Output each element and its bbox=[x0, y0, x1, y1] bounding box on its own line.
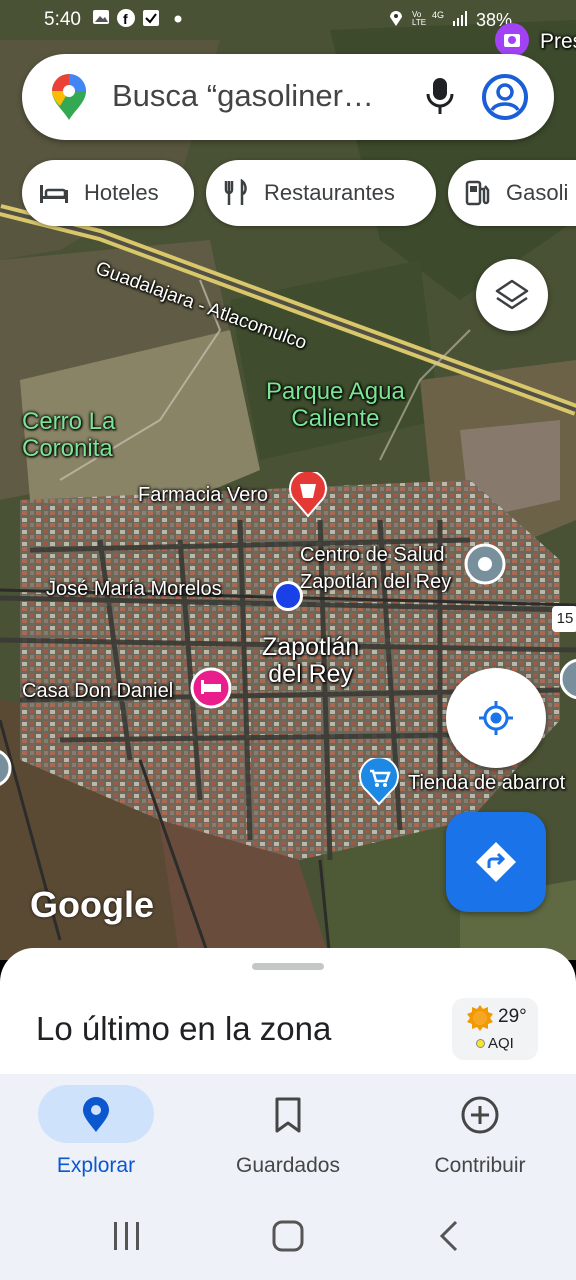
system-navigation-bar bbox=[0, 1194, 576, 1280]
sheet-title: Lo último en la zona bbox=[36, 1010, 332, 1047]
health-center-marker[interactable] bbox=[464, 543, 506, 592]
chip-hotels[interactable]: Hoteles bbox=[22, 160, 194, 226]
bookmark-icon bbox=[272, 1096, 304, 1139]
street-label: José María Morelos bbox=[46, 578, 222, 600]
grocery-label[interactable]: Tienda de abarrot bbox=[408, 772, 565, 795]
profile-badge-label[interactable]: Pres bbox=[540, 30, 576, 54]
bottom-navigation: Explorar Guardados Contribuir bbox=[0, 1074, 576, 1194]
chip-label: Hoteles bbox=[84, 180, 159, 205]
tab-contribute[interactable]: Contribuir bbox=[384, 1074, 576, 1194]
check-icon bbox=[142, 9, 160, 32]
chip-label: Restaurantes bbox=[264, 180, 395, 205]
route-shield: 15 bbox=[552, 606, 576, 632]
tab-label: Explorar bbox=[56, 1154, 136, 1177]
chip-restaurants[interactable]: Restaurantes bbox=[206, 160, 436, 226]
grocery-marker[interactable] bbox=[358, 756, 400, 811]
search-bar[interactable]: Busca “gasoliner… bbox=[22, 54, 554, 140]
account-icon[interactable] bbox=[480, 72, 530, 127]
clock: 5:40 bbox=[44, 9, 81, 30]
tab-saved[interactable]: Guardados bbox=[192, 1074, 384, 1194]
partial-marker-left[interactable] bbox=[0, 748, 12, 793]
home-icon[interactable] bbox=[272, 1220, 304, 1257]
network-type: 4G bbox=[432, 10, 445, 20]
temperature: 29° bbox=[498, 1006, 527, 1027]
lodging-label[interactable]: Casa Don Daniel bbox=[22, 680, 173, 703]
tab-label: Contribuir bbox=[434, 1154, 526, 1177]
aqi-dot bbox=[476, 1039, 485, 1048]
fork-knife-icon bbox=[222, 179, 250, 207]
health-center-label[interactable]: Centro de Salud Zapotlán del Rey bbox=[300, 542, 451, 596]
volte-indicator: Vo LTE bbox=[412, 10, 427, 27]
sun-icon bbox=[466, 1004, 494, 1037]
location-pin-icon bbox=[80, 1096, 112, 1139]
location-icon bbox=[389, 9, 403, 32]
aqi-label: AQI bbox=[488, 1035, 514, 1052]
google-logo: Google bbox=[30, 884, 154, 925]
layers-button[interactable] bbox=[476, 259, 548, 331]
layers-icon bbox=[494, 277, 530, 318]
lodging-marker[interactable] bbox=[190, 667, 232, 714]
chip-gas[interactable]: Gasoli bbox=[448, 160, 576, 226]
signal-icon bbox=[452, 9, 468, 32]
status-bar: 5:40 f Vo LTE 4G 38% bbox=[0, 0, 576, 40]
facebook-icon: f bbox=[117, 9, 135, 32]
partial-marker[interactable] bbox=[559, 658, 576, 707]
drag-handle[interactable] bbox=[252, 963, 324, 970]
town-label[interactable]: Zapotlán del Rey bbox=[262, 634, 359, 688]
tab-label: Guardados bbox=[236, 1154, 340, 1177]
my-location-button[interactable] bbox=[446, 668, 546, 768]
bed-icon bbox=[38, 181, 70, 205]
dot-icon bbox=[174, 9, 182, 32]
gallery-icon bbox=[92, 9, 110, 30]
chip-label: Gasoli bbox=[506, 180, 569, 205]
weather-card[interactable]: 29° AQI bbox=[452, 998, 538, 1060]
microphone-icon[interactable] bbox=[422, 74, 458, 123]
search-input[interactable]: Busca “gasoliner… bbox=[112, 78, 374, 114]
directions-button[interactable] bbox=[446, 812, 546, 912]
tab-explore[interactable]: Explorar bbox=[0, 1074, 192, 1194]
pharmacy-label[interactable]: Farmacia Vero bbox=[138, 484, 268, 507]
pharmacy-marker[interactable] bbox=[288, 469, 328, 523]
gas-station-icon bbox=[464, 179, 492, 207]
current-location-dot bbox=[272, 580, 304, 617]
back-icon[interactable] bbox=[438, 1220, 460, 1257]
hill-label[interactable]: Cerro La Coronita bbox=[22, 408, 115, 462]
add-circle-icon bbox=[460, 1096, 500, 1141]
crosshair-icon bbox=[476, 698, 516, 743]
maps-logo-icon bbox=[50, 72, 88, 127]
directions-icon bbox=[474, 840, 518, 889]
recent-apps-icon[interactable] bbox=[112, 1220, 142, 1257]
park-label[interactable]: Parque Agua Caliente bbox=[266, 378, 405, 432]
svg-text:f: f bbox=[123, 11, 128, 27]
